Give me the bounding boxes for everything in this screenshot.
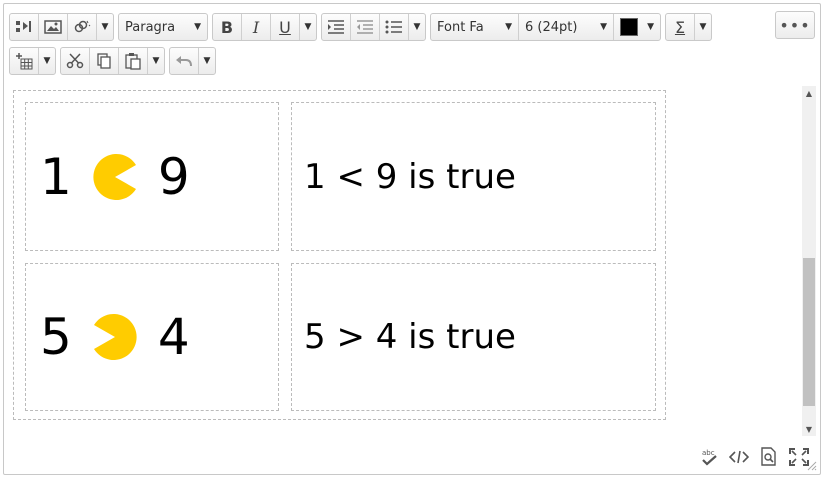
cut-button[interactable] [61, 48, 90, 74]
insert-table-button[interactable] [10, 48, 39, 74]
indent-button[interactable] [322, 14, 351, 40]
color-swatch [620, 18, 638, 36]
table-cell-comparison-1[interactable]: 1 9 [25, 102, 279, 251]
format-select[interactable]: Paragra ▼ [119, 14, 207, 40]
number-left: 1 [40, 147, 72, 206]
font-group: Font Fa ▼ 6 (24pt) ▼ ▼ [430, 13, 661, 41]
copy-button[interactable] [90, 48, 119, 74]
sigma-icon: Σ [674, 17, 686, 37]
number-right: 9 [157, 147, 190, 206]
paragraph-group: ▼ [321, 13, 426, 41]
table-icon [16, 53, 33, 70]
scroll-down-arrow[interactable]: ▼ [802, 422, 816, 436]
chevron-down-icon: ▼ [194, 22, 201, 32]
bullet-list-button[interactable] [380, 14, 409, 40]
undo-icon [176, 56, 192, 67]
source-code-button[interactable] [728, 446, 750, 468]
paste-dropdown-caret[interactable]: ▼ [148, 48, 164, 74]
chevron-down-icon: ▼ [647, 22, 654, 32]
scroll-thumb[interactable] [803, 258, 815, 406]
italic-icon: I [252, 17, 260, 37]
media-icon [16, 21, 31, 32]
equation-dropdown-caret[interactable]: ▼ [695, 14, 711, 40]
statement-text: 5 > 4 is true [304, 317, 516, 357]
insert-group: ▼ [9, 13, 114, 41]
insert-dropdown-caret[interactable]: ▼ [97, 14, 113, 40]
italic-button[interactable]: I [242, 14, 271, 40]
table-cell-comparison-2[interactable]: 5 4 [25, 263, 279, 411]
text-style-group: B I U ▼ [212, 13, 317, 41]
number-left: 5 [40, 308, 72, 366]
copy-icon [97, 53, 111, 69]
equation-button[interactable]: Σ [666, 14, 695, 40]
statement-text: 1 < 9 is true [304, 156, 516, 197]
indent-icon [328, 20, 344, 34]
font-size-value: 6 (24pt) [525, 19, 578, 35]
format-select-value: Paragra [125, 19, 176, 35]
bold-icon: B [220, 17, 234, 37]
editor-content[interactable]: 1 9 1 < 9 is true 5 4 5 > 4 is true [9, 86, 795, 436]
source-code-icon [729, 450, 749, 464]
format-select-group: Paragra ▼ [118, 13, 208, 41]
spellcheck-button[interactable]: abc [698, 446, 720, 468]
paste-button[interactable] [119, 48, 148, 74]
status-bar: abc [690, 446, 810, 468]
svg-text:abc: abc [702, 449, 715, 457]
chevron-down-icon: ▼ [505, 22, 512, 32]
pacman-left-icon [93, 314, 137, 360]
font-family-select[interactable]: Font Fa ▼ [431, 14, 519, 40]
scissors-icon [66, 53, 84, 69]
number-right: 4 [157, 308, 190, 366]
pacman-right-icon [93, 153, 136, 200]
table-dropdown-caret[interactable]: ▼ [39, 48, 55, 74]
toolbar-row-1: ▼ Paragra ▼ B I U ▼ ▼ Font Fa ▼ 6 (24pt)… [9, 12, 716, 42]
paste-icon [125, 53, 141, 70]
undo-button[interactable] [170, 48, 199, 74]
history-dropdown-caret[interactable]: ▼ [199, 48, 215, 74]
preview-icon [761, 447, 776, 466]
scroll-up-arrow[interactable]: ▲ [802, 86, 816, 100]
resize-handle-icon[interactable] [807, 461, 817, 471]
fullscreen-icon [789, 448, 809, 466]
image-icon [44, 20, 62, 34]
table-cell-statement-1[interactable]: 1 < 9 is true [291, 102, 656, 251]
text-style-dropdown-caret[interactable]: ▼ [300, 14, 316, 40]
underline-button[interactable]: U [271, 14, 300, 40]
spellcheck-icon: abc [702, 449, 717, 466]
bullet-list-icon [385, 20, 402, 34]
more-icon: ••• [779, 15, 811, 35]
underline-icon: U [279, 17, 291, 37]
toolbar-row-2: ▼ ▼ ▼ [9, 46, 220, 76]
text-color-select[interactable]: ▼ [614, 14, 660, 40]
outdent-button[interactable] [351, 14, 380, 40]
outdent-icon [357, 20, 373, 34]
vertical-scrollbar[interactable]: ▲ ▼ [802, 86, 816, 436]
comparison-table: 1 9 1 < 9 is true 5 4 5 > 4 is true [13, 90, 666, 420]
insert-link-button[interactable] [68, 14, 97, 40]
link-icon [74, 20, 91, 33]
insert-image-button[interactable] [39, 14, 68, 40]
font-size-select[interactable]: 6 (24pt) ▼ [519, 14, 614, 40]
preview-button[interactable] [758, 446, 780, 468]
list-dropdown-caret[interactable]: ▼ [409, 14, 425, 40]
table-group: ▼ [9, 47, 56, 75]
bold-button[interactable]: B [213, 14, 242, 40]
clipboard-group: ▼ [60, 47, 165, 75]
table-cell-statement-2[interactable]: 5 > 4 is true [291, 263, 656, 411]
font-family-value: Font Fa [437, 19, 484, 35]
html-editor: ▼ Paragra ▼ B I U ▼ ▼ Font Fa ▼ 6 (24pt)… [3, 3, 821, 475]
history-group: ▼ [169, 47, 216, 75]
more-options-button[interactable]: ••• [775, 11, 815, 39]
equation-group: Σ ▼ [665, 13, 712, 41]
insert-media-button[interactable] [10, 14, 39, 40]
chevron-down-icon: ▼ [600, 22, 607, 32]
